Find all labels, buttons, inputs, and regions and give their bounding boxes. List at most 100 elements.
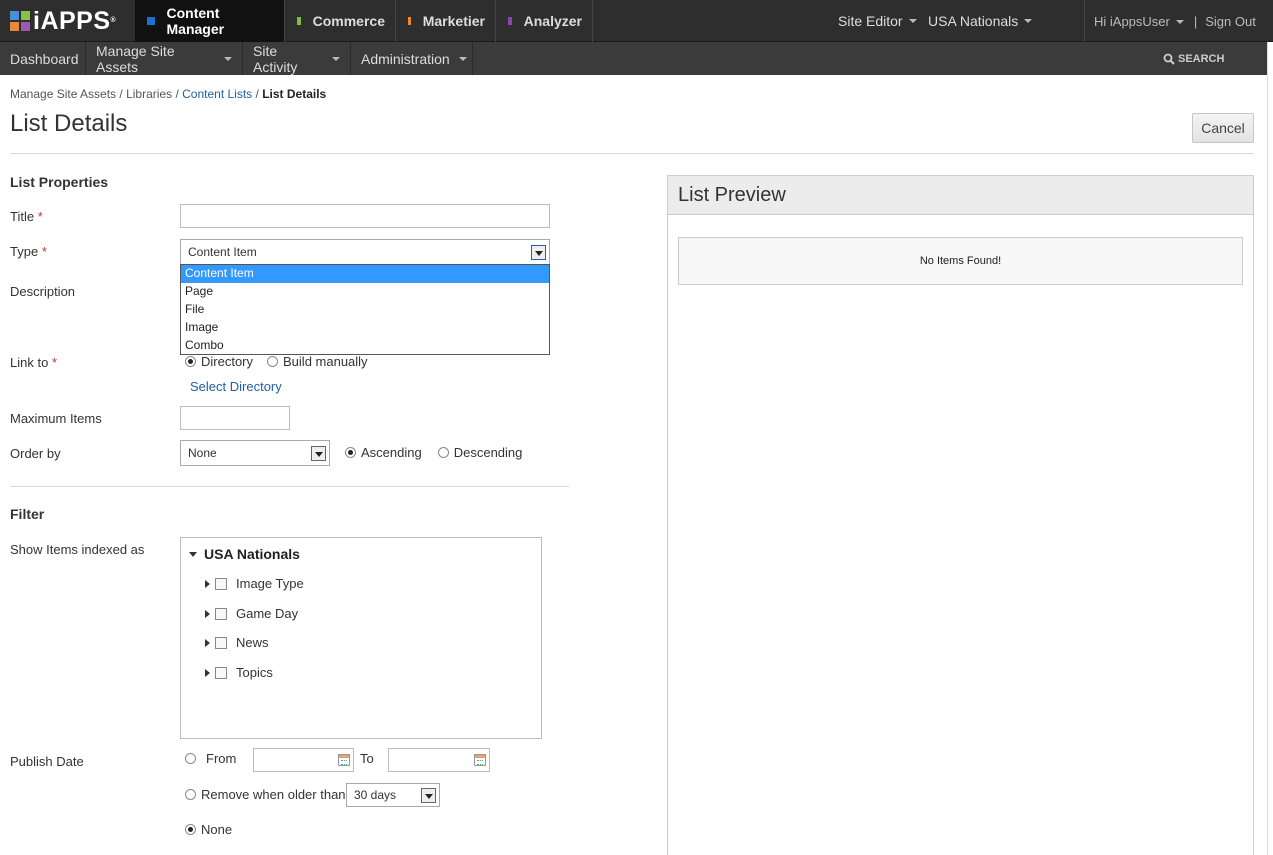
link-to-options: Directory Build manually — [185, 354, 368, 369]
search-icon — [1163, 53, 1175, 65]
to-date-input[interactable] — [388, 748, 490, 772]
tree-item-image-type[interactable]: Image Type — [205, 576, 304, 591]
checkbox[interactable] — [215, 577, 227, 590]
app-tab-label: Marketier — [422, 13, 485, 29]
checkbox[interactable] — [215, 607, 227, 620]
ascending-label: Ascending — [361, 445, 422, 460]
tree-item-label: Topics — [236, 665, 273, 680]
page-title: List Details — [10, 110, 128, 137]
content-manager-square-icon — [147, 17, 155, 25]
breadcrumb-content-lists[interactable]: Content Lists — [182, 87, 252, 101]
logo-grid-icon — [10, 11, 30, 31]
link-to-label: Link to * — [10, 355, 57, 370]
user-area: Hi iAppsUser | Sign Out — [1084, 0, 1256, 42]
tree-item-label: News — [236, 635, 269, 650]
breadcrumb-current: List Details — [262, 87, 327, 101]
checkbox[interactable] — [215, 636, 227, 649]
breadcrumb-manage-site-assets[interactable]: Manage Site Assets — [10, 87, 116, 101]
breadcrumb: Manage Site Assets / Libraries / Content… — [10, 87, 326, 101]
dropdown-arrow-icon[interactable] — [311, 446, 326, 461]
type-option-content-item[interactable]: Content Item — [181, 265, 549, 283]
expand-triangle-icon[interactable] — [205, 579, 210, 588]
app-tab-content-manager[interactable]: Content Manager — [135, 0, 285, 42]
type-option-image[interactable]: Image — [181, 319, 549, 337]
site-selector-menu[interactable]: USA Nationals — [928, 0, 1033, 42]
empty-message: No Items Found! — [678, 237, 1243, 285]
chevron-down-icon — [908, 19, 917, 23]
type-option-file[interactable]: File — [181, 301, 549, 319]
search-label: SEARCH — [1178, 52, 1225, 65]
show-items-label: Show Items indexed as — [10, 542, 145, 557]
site-editor-menu[interactable]: Site Editor — [838, 0, 917, 42]
dropdown-arrow-icon[interactable] — [531, 245, 546, 260]
checkbox[interactable] — [215, 666, 227, 679]
app-tab-commerce[interactable]: Commerce — [285, 0, 396, 42]
nav-site-activity[interactable]: Site Activity — [243, 42, 351, 75]
calendar-icon[interactable] — [474, 754, 486, 766]
remove-older-select[interactable]: 30 days — [346, 783, 440, 807]
expand-triangle-icon[interactable] — [205, 609, 210, 618]
none-radio[interactable] — [185, 824, 196, 835]
type-select[interactable]: Content Item — [180, 239, 550, 265]
nav-dashboard[interactable]: Dashboard — [0, 42, 86, 75]
type-option-combo[interactable]: Combo — [181, 337, 549, 355]
divider — [10, 153, 1254, 154]
analyzer-square-icon — [508, 17, 512, 25]
select-directory-link[interactable]: Select Directory — [190, 379, 282, 394]
sort-direction-options: Ascending Descending — [345, 445, 522, 460]
search-button[interactable]: SEARCH — [1163, 42, 1224, 75]
nav-label: Site Activity — [253, 42, 298, 75]
title-label-text: Title — [10, 209, 35, 224]
chevron-down-icon — [332, 56, 340, 61]
collapse-triangle-icon[interactable] — [189, 551, 197, 557]
none-label: None — [201, 822, 233, 837]
type-option-page[interactable]: Page — [181, 283, 549, 301]
title-label: Title * — [10, 209, 43, 224]
user-menu[interactable]: Hi iAppsUser — [1094, 14, 1184, 29]
publish-from-option: From — [185, 751, 236, 766]
ascending-radio[interactable] — [345, 447, 356, 458]
filter-heading: Filter — [10, 506, 45, 522]
logo-text: iAPPS — [33, 7, 111, 35]
tree-root-node[interactable]: USA Nationals — [189, 546, 300, 562]
dropdown-arrow-icon[interactable] — [421, 788, 436, 803]
chevron-down-icon — [1024, 19, 1033, 23]
iapps-logo[interactable]: iAPPS ® — [10, 7, 116, 35]
app-tab-marketier[interactable]: Marketier — [396, 0, 496, 42]
expand-triangle-icon[interactable] — [205, 638, 210, 647]
required-mark: * — [37, 209, 43, 224]
nav-administration[interactable]: Administration — [351, 42, 473, 75]
tree-item-game-day[interactable]: Game Day — [205, 606, 298, 621]
site-selector-label: USA Nationals — [928, 13, 1019, 29]
nav-manage-site-assets[interactable]: Manage Site Assets — [86, 42, 243, 75]
nav-label: Manage Site Assets — [96, 42, 175, 75]
site-editor-label: Site Editor — [838, 13, 903, 29]
publish-range-radio[interactable] — [185, 753, 196, 764]
order-by-select[interactable]: None — [180, 440, 330, 466]
from-date-input[interactable] — [253, 748, 354, 772]
scrollbar[interactable] — [1267, 42, 1273, 855]
calendar-icon[interactable] — [338, 754, 350, 766]
list-properties-heading: List Properties — [10, 174, 109, 190]
sign-out-link[interactable]: Sign Out — [1205, 14, 1256, 29]
cancel-button[interactable]: Cancel — [1192, 113, 1254, 143]
remove-older-radio[interactable] — [185, 789, 196, 800]
tree-item-topics[interactable]: Topics — [205, 665, 273, 680]
none-option: None — [185, 822, 232, 837]
build-manually-radio[interactable] — [267, 356, 279, 367]
app-tab-analyzer[interactable]: Analyzer — [496, 0, 593, 42]
breadcrumb-separator: / — [172, 87, 183, 101]
remove-older-option: Remove when older than — [185, 787, 346, 802]
descending-label: Descending — [453, 445, 523, 460]
expand-triangle-icon[interactable] — [205, 668, 210, 677]
taxonomy-tree: USA Nationals Image Type Game Day News T… — [180, 537, 542, 739]
tree-root-label: USA Nationals — [204, 546, 300, 562]
descending-radio[interactable] — [437, 447, 449, 458]
breadcrumb-separator: / — [116, 87, 127, 101]
app-tab-label: Commerce — [312, 13, 385, 29]
directory-radio[interactable] — [185, 356, 196, 367]
breadcrumb-libraries[interactable]: Libraries — [126, 87, 172, 101]
tree-item-news[interactable]: News — [205, 635, 269, 650]
maximum-items-input[interactable] — [180, 406, 290, 430]
title-input[interactable] — [180, 204, 550, 228]
